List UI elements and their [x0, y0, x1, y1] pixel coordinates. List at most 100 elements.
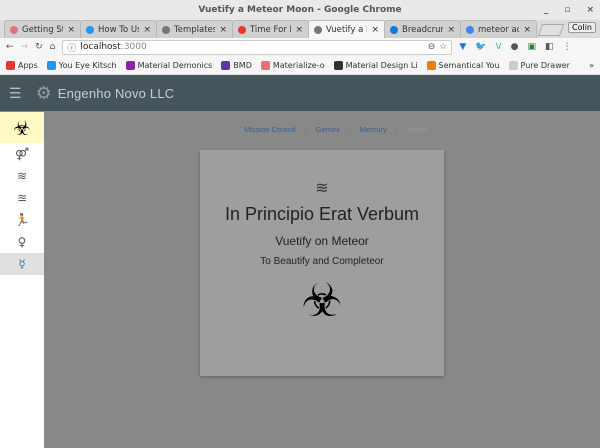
navigation-bar: ← → ↻ ⌂ ⓘ localhost:3000 ⊖ ☆ ▼ 🐦 V ● ▣ ◧ ⋮	[0, 38, 600, 56]
biohazard-icon: ☣	[301, 274, 343, 326]
sidebar: ☣ ⚤ ≋ ≊ 🏃 ♀ ☿	[0, 112, 44, 448]
bookmark-favicon-icon	[260, 60, 270, 70]
home-icon[interactable]: ⌂	[50, 42, 56, 52]
bookmarks-bar: Apps You Eye Kitsch Material Demonics BMD Ma…	[0, 56, 600, 75]
sidebar-item-mercury[interactable]: ☿	[0, 253, 44, 275]
sidebar-item-gender[interactable]: ⚤	[0, 143, 44, 165]
zoom-icon[interactable]: ⊖	[428, 42, 436, 52]
breadcrumb-apollo: Apollo	[406, 125, 428, 134]
bookmark-item[interactable]: Material Design Li	[333, 60, 418, 70]
bookmark-item[interactable]: Semantical You	[426, 60, 500, 70]
breadcrumb-mercury[interactable]: Mercury	[360, 125, 387, 134]
browser-tab[interactable]: Breadcrumbs ×	[384, 20, 461, 38]
sidebar-item-swimming[interactable]: ≊	[0, 187, 44, 209]
address-port: :3000	[120, 42, 147, 52]
bookmark-star-icon[interactable]: ☆	[439, 42, 447, 52]
water-icon: ≋	[16, 169, 28, 183]
reload-icon[interactable]: ↻	[35, 42, 43, 52]
mercury-icon: ☿	[18, 257, 26, 271]
bookmark-item[interactable]: Material Demonics	[125, 60, 213, 70]
sidebar-item-venus[interactable]: ♀	[0, 231, 44, 253]
tab-favicon-icon	[314, 25, 322, 34]
browser-tab[interactable]: Getting Started ×	[4, 20, 81, 38]
new-tab-button[interactable]	[537, 24, 565, 36]
browser-tab[interactable]: Vuetify a Meteor ×	[308, 20, 385, 38]
browser-tab[interactable]: How To Use ×	[80, 20, 157, 38]
browser-tab[interactable]: Time For New ×	[232, 20, 309, 38]
swimming-icon: ≊	[16, 191, 28, 205]
bookmark-item[interactable]: Materialize-o	[260, 60, 325, 70]
bookmark-item[interactable]: You Eye Kitsch	[46, 60, 117, 70]
app: ☰ ⚙ Engenho Novo LLC ☣ ⚤ ≋ ≊ 🏃 ♀ ☿ Mission Con…	[0, 75, 600, 448]
extension-icon[interactable]: ◧	[545, 42, 554, 52]
forward-icon[interactable]: →	[21, 42, 29, 52]
extension-twitter-icon[interactable]: 🐦	[475, 42, 486, 52]
hamburger-menu-icon[interactable]: ☰	[9, 85, 22, 102]
tab-close-icon[interactable]: ×	[295, 25, 303, 35]
bookmark-label: Semantical You	[438, 60, 500, 70]
bookmark-label: Pure Drawer	[520, 60, 570, 70]
tab-label: How To Use	[98, 24, 139, 35]
tab-close-icon[interactable]: ×	[523, 25, 531, 35]
back-icon[interactable]: ←	[6, 42, 14, 52]
tab-close-icon[interactable]: ×	[143, 25, 151, 35]
bookmark-label: You Eye Kitsch	[58, 60, 117, 70]
tab-label: Vuetify a Meteor	[326, 24, 367, 35]
tab-label: Templates	[174, 24, 216, 35]
bookmark-favicon-icon	[46, 60, 56, 70]
breadcrumb-gemini[interactable]: Gemini	[316, 125, 340, 134]
tab-close-icon[interactable]: ×	[447, 25, 455, 35]
tab-favicon-icon	[162, 25, 170, 34]
browser-tab[interactable]: Templates ×	[156, 20, 233, 38]
tab-close-icon[interactable]: ×	[67, 25, 75, 35]
card-title: In Principio Erat Verbum	[224, 204, 420, 224]
bookmark-label: Materialize-o	[272, 60, 325, 70]
app-toolbar: ☰ ⚙ Engenho Novo LLC	[0, 75, 600, 111]
card-tagline: To Beautify and Completeor	[260, 256, 384, 267]
bookmark-favicon-icon	[508, 60, 518, 70]
address-input[interactable]: ⓘ localhost:3000 ⊖ ☆	[62, 39, 453, 55]
bookmarks-overflow-button[interactable]: »	[589, 61, 594, 70]
profile-button[interactable]: Colin	[568, 22, 596, 33]
bookmark-label: Material Design Li	[345, 60, 418, 70]
brand-title: Engenho Novo LLC	[57, 85, 175, 101]
chrome-menu-icon[interactable]: ⋮	[563, 42, 572, 52]
gears-icon: ⚙	[35, 82, 52, 103]
biohazard-icon: ☣	[13, 115, 31, 140]
bookmark-favicon-icon	[333, 60, 343, 70]
extension-github-icon[interactable]: ●	[511, 42, 519, 52]
tab-label: Breadcrumbs	[402, 24, 443, 35]
bookmark-label: Apps	[18, 60, 38, 70]
breadcrumb: Mission Control / Gemini / Mercury / Apollo	[244, 125, 428, 134]
browser-tab[interactable]: meteor add ×	[460, 20, 537, 38]
bookmark-favicon-icon	[6, 60, 15, 70]
tab-favicon-icon	[86, 25, 94, 34]
bookmark-favicon-icon	[125, 60, 135, 70]
minimize-button[interactable]: _	[544, 0, 549, 20]
breadcrumb-mission-control[interactable]: Mission Control	[244, 125, 296, 134]
extension-screenshot-icon[interactable]: ▣	[528, 42, 537, 52]
card-subtitle: Vuetify on Meteor	[275, 234, 369, 248]
extension-vue-icon[interactable]: V	[496, 42, 502, 52]
bookmark-item[interactable]: Pure Drawer	[508, 60, 570, 70]
bookmark-item[interactable]: Apps	[6, 60, 38, 70]
tab-favicon-icon	[10, 25, 18, 34]
waves-icon: ≋	[315, 180, 329, 197]
tab-strip: Getting Started×How To Use×Templates×Tim…	[0, 20, 600, 38]
bookmark-label: Material Demonics	[137, 60, 213, 70]
sidebar-item-biohazard[interactable]: ☣	[0, 112, 44, 143]
hero-card: ≋ In Principio Erat Verbum Vuetify on Me…	[200, 150, 444, 376]
extension-vuetify-icon[interactable]: ▼	[459, 42, 466, 52]
tab-favicon-icon	[466, 25, 474, 34]
gender-icon: ⚤	[14, 147, 30, 161]
tab-close-icon[interactable]: ×	[371, 25, 379, 35]
maximize-button[interactable]: ▫	[564, 0, 570, 20]
info-icon[interactable]: ⓘ	[67, 41, 76, 54]
sidebar-item-water[interactable]: ≋	[0, 165, 44, 187]
address-host: localhost	[80, 42, 121, 52]
bookmark-item[interactable]: BMD	[221, 60, 252, 70]
tab-favicon-icon	[390, 25, 398, 34]
tab-close-icon[interactable]: ×	[219, 25, 227, 35]
sidebar-item-running[interactable]: 🏃	[0, 209, 44, 231]
close-window-button[interactable]: ×	[586, 0, 594, 20]
